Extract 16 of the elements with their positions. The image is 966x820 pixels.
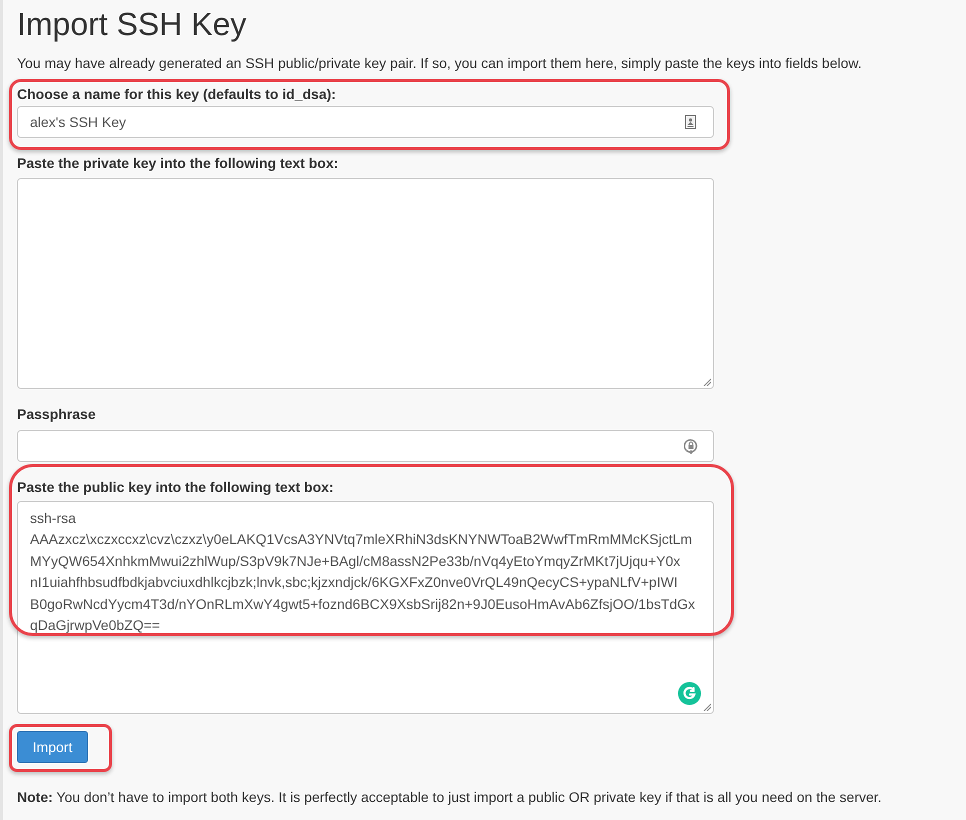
import-button[interactable]: Import [17, 731, 88, 763]
resize-handle-icon[interactable] [703, 703, 711, 711]
field-label: Paste the private key into the following text box: [17, 154, 340, 173]
public-key-textarea[interactable]: ssh-rsa AAAzxcz\xczxccxz\cvz\czxz\y0eLAKQ1VcsA3YNVtq7mleXRhiN3dsKNYNWToaB2WwfTmRmMMcKSjctLm MYyQW654XnhkmMwui2zhlWup/S3pV9k7NJe+BAgl/cM8assN2Pe33b/nVq4yEtoYmqyZrMKt7jUjqu+Y0x nI1uiahfhbsudfbdkjabvciuxdhlkcjbzk;lnvk,sbc;kjzxndjck/6KGXFxZ0nve0VrQL49nQecyCS+ypaNLfV+pIWI B0goRwNcdYycm4T3d/nYOnRLmXwY4gwt5+foznd6BCX9XsbSrij82n+9J0EusoHmAvAb6ZfsjOO/1bsTdGx qDaGjrwpVe0bZQ== [17, 501, 714, 714]
name-input[interactable]: alex's SSH Key [17, 106, 714, 138]
field-label: Paste the public key into the following text box: [17, 478, 335, 497]
passphrase-input[interactable] [17, 430, 714, 462]
note-text: Note: You don’t have to import both keys. It is perfectly acceptable to just import a public OR private key if that is all you need on the server. [17, 788, 882, 807]
resize-handle-icon[interactable] [703, 378, 711, 386]
lock-circle-icon[interactable] [684, 439, 698, 454]
logo-badge-icon[interactable] [678, 682, 701, 705]
person-card-icon[interactable] [685, 115, 696, 129]
field-label: Choose a name for this key (defaults to id_dsa): [17, 85, 337, 104]
field-label: Passphrase [17, 405, 97, 424]
intro-text: You may have already generated an SSH public/private key pair. If so, you can import them here, simply paste the keys into fields below. [17, 54, 862, 73]
page-title: Import SSH Key [17, 5, 246, 44]
